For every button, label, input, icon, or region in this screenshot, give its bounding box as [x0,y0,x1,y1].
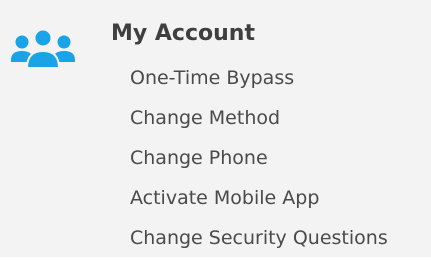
account-title: My Account [111,21,255,46]
one-time-bypass-link[interactable]: One-Time Bypass [130,62,388,102]
my-account-panel: My Account One-Time Bypass Change Method… [0,0,431,257]
users-group-icon [11,28,75,69]
activate-mobile-app-link[interactable]: Activate Mobile App [130,182,388,222]
change-phone-link[interactable]: Change Phone [130,142,388,182]
change-method-link[interactable]: Change Method [130,102,388,142]
account-menu: One-Time Bypass Change Method Change Pho… [130,62,388,262]
change-security-questions-link[interactable]: Change Security Questions [130,222,388,262]
